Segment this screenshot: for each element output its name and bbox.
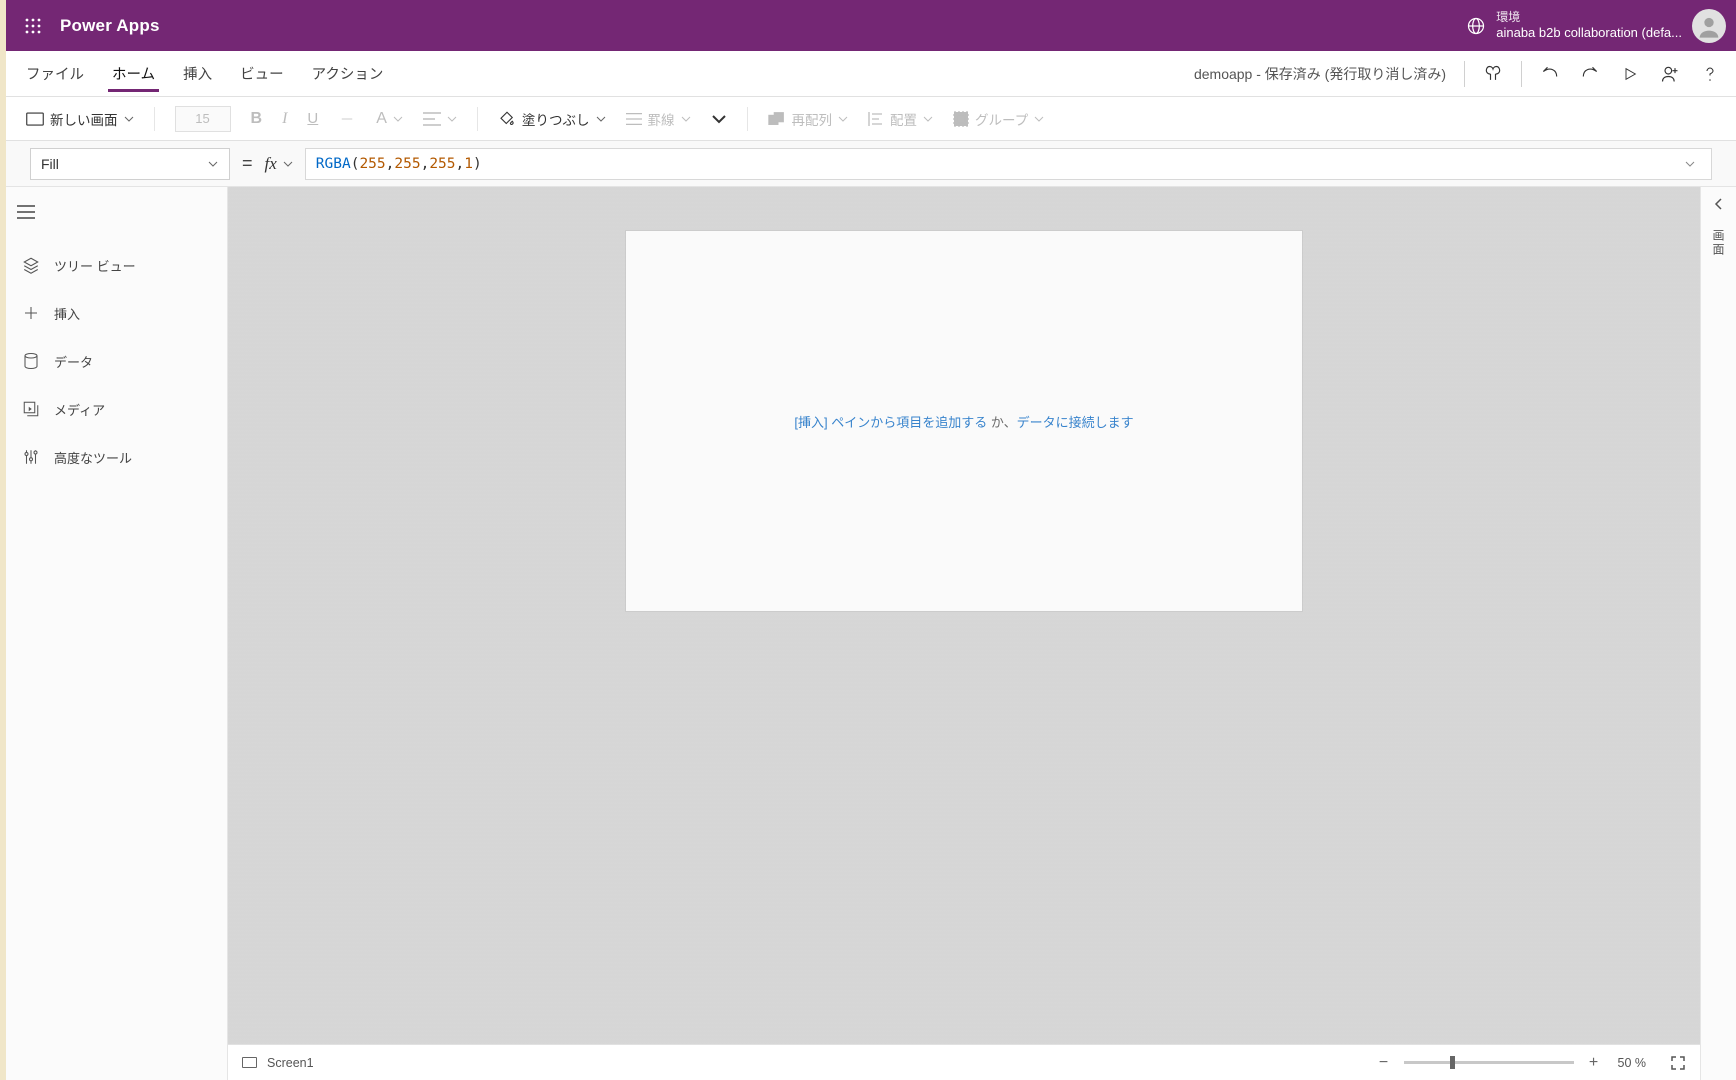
app-title: Power Apps: [60, 16, 160, 36]
menubar-divider: [1521, 61, 1522, 87]
layers-icon: [22, 256, 40, 274]
align-button[interactable]: 配置: [868, 109, 933, 129]
media-icon: [22, 400, 40, 418]
zoom-in-button[interactable]: +: [1584, 1054, 1604, 1072]
leftnav-hamburger[interactable]: [6, 193, 46, 231]
property-name: Fill: [41, 156, 59, 172]
user-avatar[interactable]: [1692, 9, 1726, 43]
menubar-divider: [1464, 61, 1465, 87]
nav-data-label: データ: [54, 352, 93, 371]
screen-icon: [242, 1057, 257, 1068]
redo-button[interactable]: [1570, 51, 1610, 97]
insert-pane-link[interactable]: [挿入] ペインから項目を追加する: [794, 415, 987, 430]
reorder-label: 再配列: [792, 109, 833, 129]
menu-insert[interactable]: 挿入: [169, 51, 226, 96]
menu-file[interactable]: ファイル: [12, 51, 98, 96]
fit-to-window-button[interactable]: [1670, 1055, 1686, 1071]
plus-icon: [22, 304, 40, 322]
text-align-button[interactable]: [423, 112, 457, 126]
font-color-button[interactable]: A: [376, 110, 403, 128]
tools-icon: [22, 448, 40, 466]
database-icon: [22, 352, 40, 370]
group-button[interactable]: グループ: [953, 109, 1044, 129]
equals-sign: =: [242, 153, 253, 174]
zoom-out-button[interactable]: −: [1374, 1054, 1394, 1072]
fx-button[interactable]: fx: [265, 154, 293, 174]
chevron-down-icon: [124, 114, 134, 124]
environment-label: 環境: [1496, 10, 1682, 25]
formula-function: RGBA: [316, 156, 351, 172]
nav-tree-label: ツリー ビュー: [54, 256, 136, 275]
environment-icon: [1466, 16, 1486, 36]
new-screen-label: 新しい画面: [50, 109, 118, 129]
app-checker-button[interactable]: [1473, 51, 1513, 97]
canvas-area[interactable]: [挿入] ペインから項目を追加する か、データに接続します: [228, 187, 1700, 1044]
fill-color-button[interactable]: 塗りつぶし: [498, 109, 606, 129]
canvas-hint: [挿入] ペインから項目を追加する か、データに接続します: [794, 412, 1133, 431]
nav-insert-label: 挿入: [54, 304, 80, 323]
border-button[interactable]: 罫線: [626, 109, 691, 129]
italic-button[interactable]: I: [282, 110, 287, 128]
right-pane-collapse-button[interactable]: [1712, 197, 1726, 211]
font-size-input[interactable]: [175, 106, 231, 132]
app-save-status: demoapp - 保存済み (発行取り消し済み): [1184, 51, 1456, 96]
align-label: 配置: [890, 109, 917, 129]
strikethrough-button[interactable]: [338, 110, 356, 128]
formula-input[interactable]: RGBA(255, 255, 255, 1): [305, 148, 1712, 180]
reorder-button[interactable]: 再配列: [768, 109, 849, 129]
underline-button[interactable]: U: [307, 110, 318, 127]
right-pane-label[interactable]: 画面: [1710, 229, 1727, 257]
fx-label: fx: [265, 154, 277, 174]
nav-advanced-tools[interactable]: 高度なツール: [6, 433, 227, 481]
nav-tree-view[interactable]: ツリー ビュー: [6, 241, 227, 289]
nav-insert[interactable]: 挿入: [6, 289, 227, 337]
nav-advanced-label: 高度なツール: [54, 448, 132, 467]
group-label: グループ: [975, 109, 1028, 129]
nav-media-label: メディア: [54, 400, 105, 419]
menu-view[interactable]: ビュー: [226, 51, 298, 96]
property-selector[interactable]: Fill: [30, 148, 230, 180]
undo-button[interactable]: [1530, 51, 1570, 97]
environment-picker[interactable]: 環境 ainaba b2b collaboration (defa...: [1466, 10, 1682, 41]
share-button[interactable]: [1650, 51, 1690, 97]
chevron-down-icon: [283, 159, 293, 169]
nav-data[interactable]: データ: [6, 337, 227, 385]
play-button[interactable]: [1610, 51, 1650, 97]
connect-data-link[interactable]: データに接続します: [1017, 415, 1134, 430]
environment-name: ainaba b2b collaboration (defa...: [1496, 25, 1682, 41]
current-screen-name[interactable]: Screen1: [267, 1056, 314, 1070]
screen-canvas[interactable]: [挿入] ペインから項目を追加する か、データに接続します: [626, 231, 1302, 611]
ribbon-overflow-button[interactable]: [711, 111, 727, 127]
menu-action[interactable]: アクション: [298, 51, 398, 96]
menu-home[interactable]: ホーム: [98, 51, 169, 96]
zoom-percent: 50 %: [1618, 1056, 1647, 1070]
formula-expand-button[interactable]: [1679, 158, 1701, 170]
app-launcher-button[interactable]: [16, 9, 50, 43]
new-screen-button[interactable]: 新しい画面: [26, 109, 134, 129]
fill-label: 塗りつぶし: [522, 109, 590, 129]
chevron-down-icon: [596, 114, 606, 124]
chevron-down-icon: [207, 158, 219, 170]
border-label: 罫線: [648, 109, 675, 129]
help-button[interactable]: [1690, 51, 1730, 97]
bold-button[interactable]: B: [251, 110, 263, 128]
nav-media[interactable]: メディア: [6, 385, 227, 433]
zoom-slider[interactable]: [1404, 1061, 1574, 1064]
